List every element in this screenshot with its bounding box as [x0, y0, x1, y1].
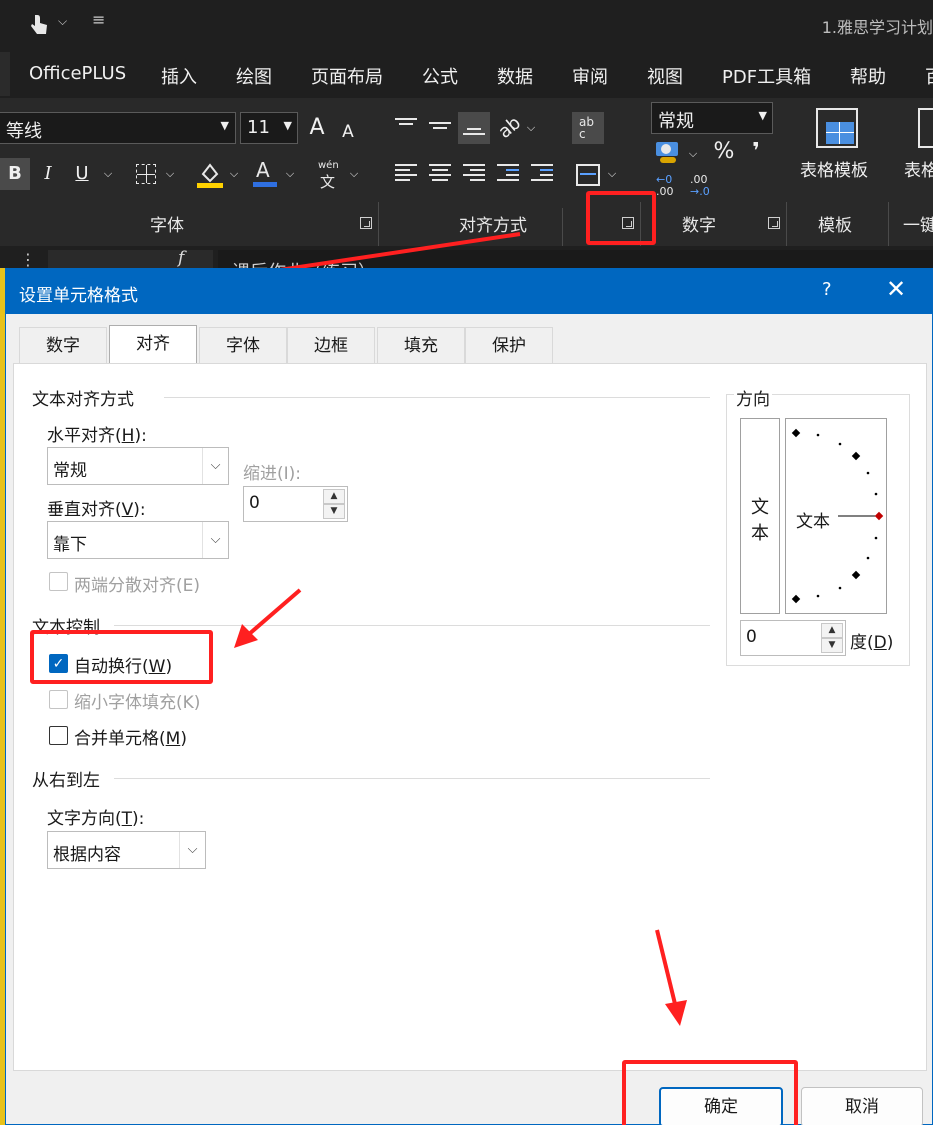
annotation-arrows-2	[234, 588, 687, 1026]
